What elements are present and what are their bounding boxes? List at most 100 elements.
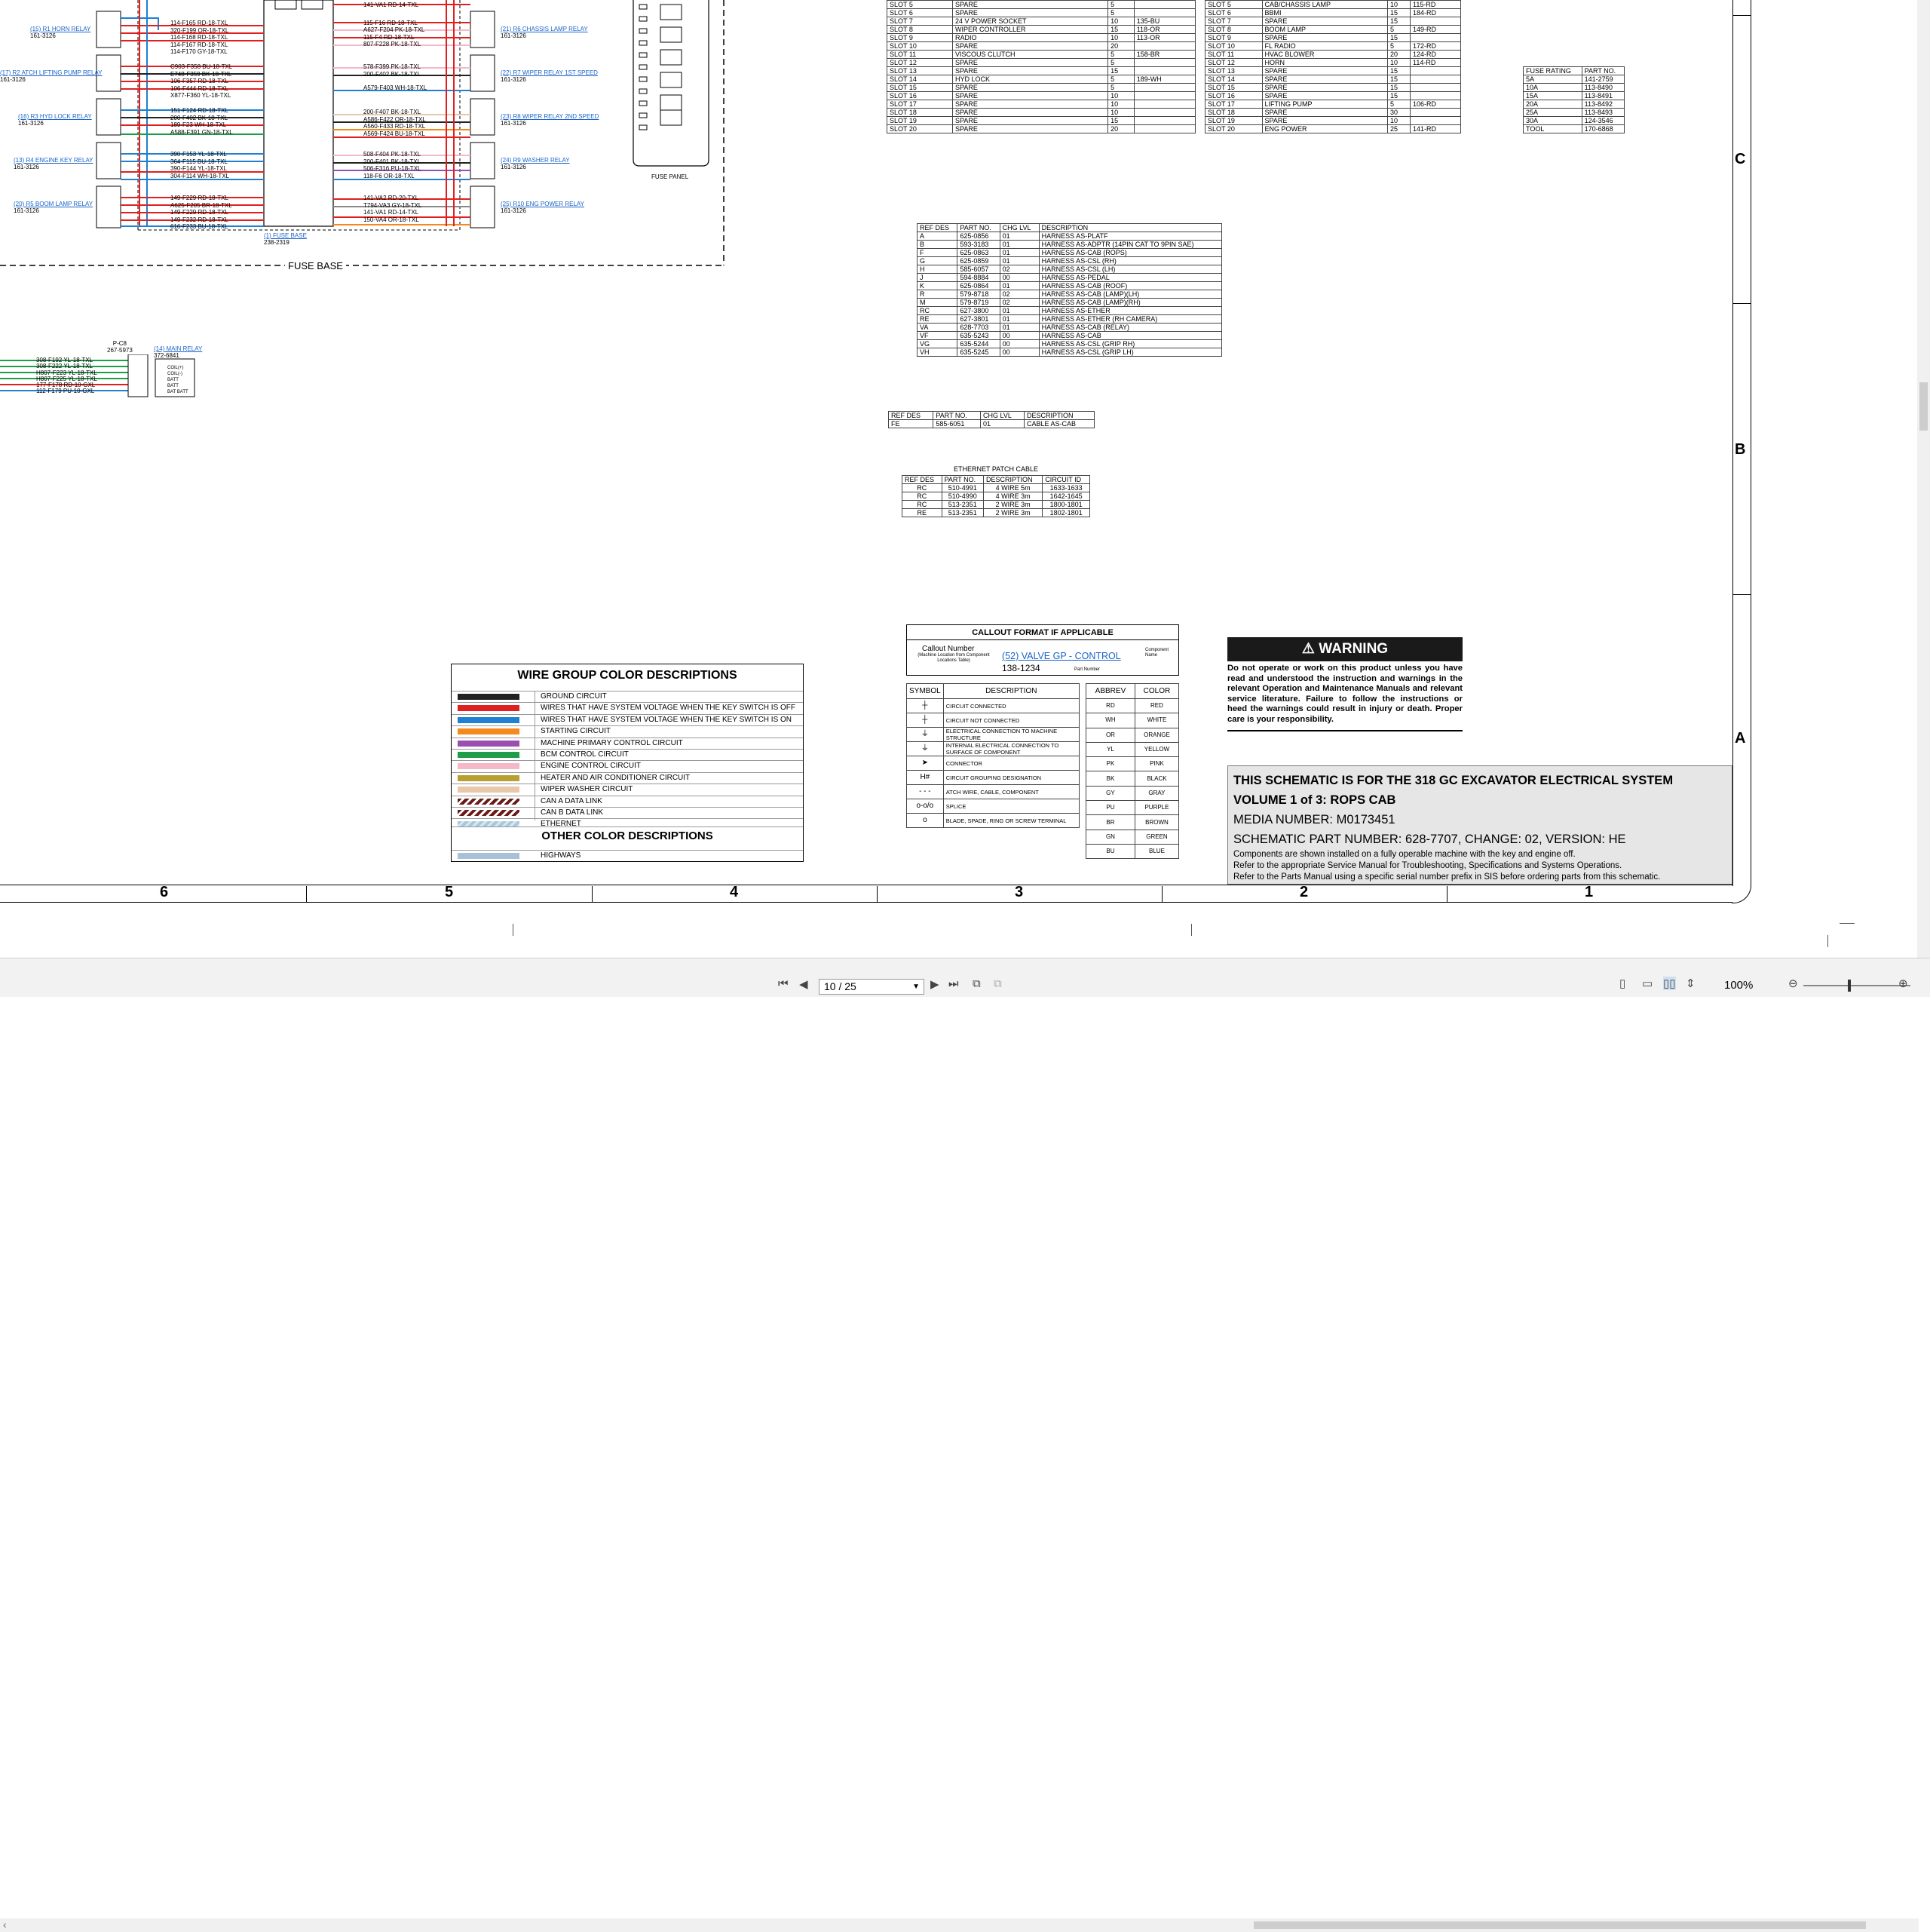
table-row: o BLADE, SPADE, RING OR SCREW TERMINAL [906,813,1080,828]
zoom-out-icon[interactable]: ⊖ [1788,977,1798,990]
table-cell: ORANGE [1134,727,1180,743]
next-page-icon[interactable]: ▶ [930,977,939,991]
wire-label-group: C903-F358 BU-18-TXL E748-F359 BK-18-TXL 10… [170,63,233,99]
scroll-left-icon[interactable]: ‹ [3,1918,7,1930]
table-cell [1133,83,1196,92]
relay-label[interactable]: (22) R7 WIPER RELAY 1ST SPEED 161-3126 [501,69,598,83]
table-cell: RE [902,508,942,517]
table-cell: 585-6057 [957,265,1000,274]
table-cell: RED [1134,698,1180,714]
page-copy-icon[interactable]: ⧉ [973,977,981,990]
table-cell: 10 [1107,100,1135,109]
table-cell: 1802-1801 [1042,508,1090,517]
table-cell: 20A [1523,100,1582,109]
horizontal-scroll-thumb[interactable] [1254,1921,1866,1929]
fuse-base-callout[interactable]: (1) FUSE BASE 238-2319 [264,232,307,246]
table-cell: SLOT 20 [886,124,954,133]
column-header: DESCRIPTION [1023,411,1095,420]
table-row: F 625-0863 01 HARNESS AS-CAB (ROPS) [916,248,1223,257]
table-cell: - - - [906,784,944,799]
zoom-slider-handle[interactable] [1848,980,1851,992]
title-block: THIS SCHEMATIC IS FOR THE 318 GC EXCAVAT… [1227,765,1732,885]
table-row: SLOT 14 SPARE 15 [1205,75,1461,84]
table-cell: 118-OR [1133,25,1196,34]
fuse-panel-drawing [633,0,709,167]
table-cell: CABLE AS-CAB [1023,419,1095,428]
wire-label-group: 200-F407 BK-18-TXL A586-F422 OR-18-TXL A56… [363,109,426,137]
table-cell: R [916,290,958,299]
table-cell: 15 [1107,25,1135,34]
relay-label[interactable]: (17) R2 ATCH LIFTING PUMP RELAY 161-3126 [0,69,103,83]
table-cell: 01 [980,419,1025,428]
table-cell: HARNESS AS-CSL (RH) [1038,256,1223,265]
legend-item: WIRES THAT HAVE SYSTEM VOLTAGE WHEN THE … [452,713,803,725]
table-cell: BROWN [1134,814,1180,830]
legend-item: GROUND CIRCUIT [452,691,803,702]
table-cell: 149-RD [1410,25,1461,34]
column-header: SYMBOL [906,683,944,699]
table-cell: HARNESS AS-ETHER (RH CAMERA) [1038,314,1223,324]
table-cell: HARNESS AS-ETHER [1038,306,1223,315]
two-page-view-icon[interactable]: ▯▯ [1663,977,1676,990]
table-cell: 579-8718 [957,290,1000,299]
frame-line [1732,0,1733,886]
table-cell: 625-0859 [957,256,1000,265]
table-cell: o-o/o [906,799,944,814]
note-line: Components are shown installed on a full… [1233,850,1576,859]
wire-label-group: 114-F165 RD-18-TXL 320-F199 OR-18-TXL 114-… [170,20,229,55]
vertical-scroll-thumb[interactable] [1919,382,1928,431]
table-cell: 00 [999,348,1040,357]
single-page-view-icon[interactable]: ▯ [1619,977,1625,990]
callout-example[interactable]: (52) VALVE GP - CONTROL [1002,651,1121,661]
table-cell: 24 V POWER SOCKET [952,17,1109,26]
table-row: 15A 113-8491 [1523,91,1625,100]
page-paste-icon[interactable]: ⧉ [994,977,1002,990]
row-letter: B [1735,441,1746,458]
table-cell: SLOT 5 [886,0,954,9]
page-number-input[interactable]: 10 / 25 ▼ [819,979,924,995]
table-row: SLOT 13 SPARE 15 [1205,66,1461,75]
zoom-in-icon[interactable]: ⊕ [1898,977,1908,990]
table-cell: SLOT 17 [1205,100,1263,109]
table-row: SLOT 12 HORN 10 114-RD [1205,58,1461,67]
horizontal-scrollbar[interactable]: ‹ [0,1918,1919,1932]
table-cell: 124-RD [1410,50,1461,59]
first-page-icon[interactable]: ⏮ [778,977,789,990]
legend-item: MACHINE PRIMARY CONTROL CIRCUIT [452,737,803,749]
relay-label[interactable]: (15) R1 HORN RELAY 161-3126 [30,26,90,39]
relay-label[interactable]: (16) R3 HYD LOCK RELAY 161-3126 [18,113,92,127]
legend-swatch [458,728,519,735]
table-cell: RC [902,492,942,501]
chevron-down-icon[interactable]: ▼ [912,980,920,994]
table-row: PK PINK [1086,756,1180,772]
continuous-view-icon[interactable]: ▭ [1642,977,1653,990]
table-row: RC 510-4991 4 WIRE 5m 1633-1633 [902,483,1090,492]
table-cell: BR [1086,814,1135,830]
table-cell: 585-6051 [933,419,982,428]
legend-swatch [458,787,519,793]
relay-label[interactable]: (13) R4 ENGINE KEY RELAY 161-3126 [14,157,93,170]
table-cell: 30A [1523,116,1582,125]
table-row: PU PURPLE [1086,800,1180,816]
table-cell: F [916,248,958,257]
vertical-scrollbar[interactable] [1917,0,1930,959]
legend-swatch [458,763,519,770]
part-number-label: Part Number [1074,667,1101,672]
table-cell: GY [1086,785,1135,802]
relay-label[interactable]: (21) R6 CHASSIS LAMP RELAY 161-3126 [501,26,588,39]
zoom-slider[interactable] [1803,985,1910,986]
table-cell [1133,41,1196,51]
last-page-icon[interactable]: ⏭ [948,977,959,990]
relay-label[interactable]: (25) R10 ENG POWER RELAY 161-3126 [501,201,584,214]
table-row: SLOT 8 BOOM LAMP 5 149-RD [1205,25,1461,34]
previous-page-icon[interactable]: ◀ [799,977,808,991]
table-cell: VH [916,348,958,357]
table-cell: 113-8493 [1581,108,1625,117]
relay-label[interactable]: (24) R9 WASHER RELAY 161-3126 [501,157,570,170]
main-relay-callout[interactable]: (14) MAIN RELAY 372-6841 [154,345,202,359]
relay-label[interactable]: (20) R5 BOOM LAMP RELAY 161-3126 [14,201,93,214]
relay-label[interactable]: (23) R8 WIPER RELAY 2ND SPEED 161-3126 [501,113,599,127]
zoom-level[interactable]: 100% [1724,979,1753,992]
table-cell: 01 [999,281,1040,290]
fit-view-icon[interactable]: ⇕ [1686,977,1696,990]
